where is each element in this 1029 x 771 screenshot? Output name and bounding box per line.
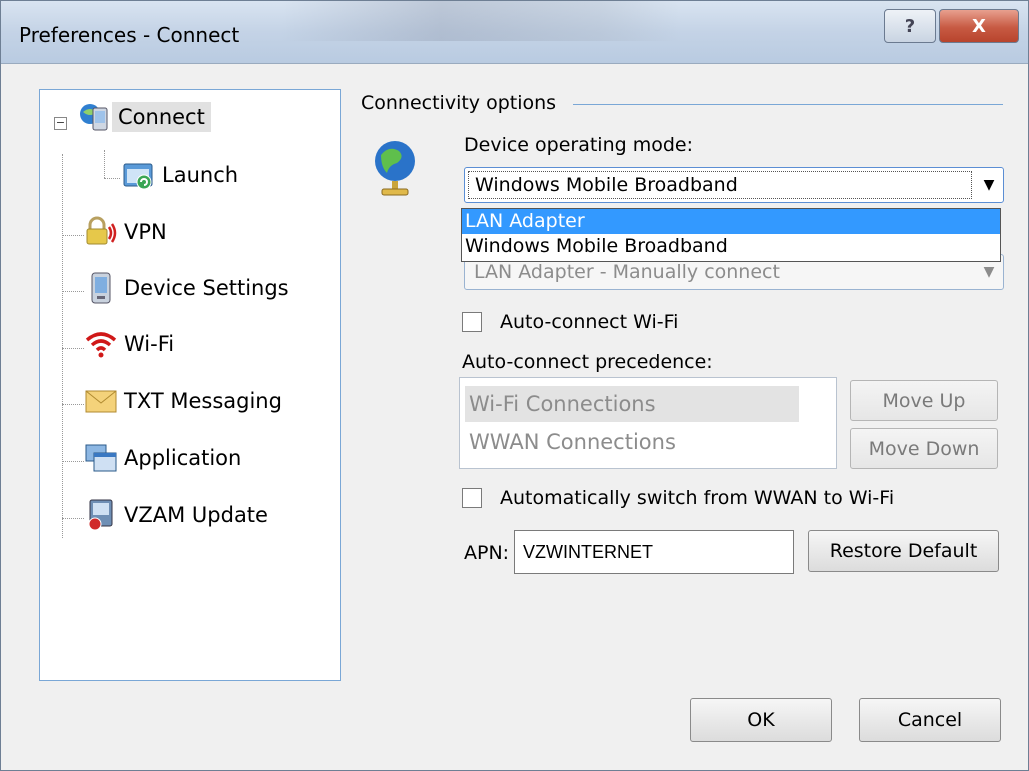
tree-item-label: Device Settings (124, 276, 289, 300)
tree-connector (62, 235, 84, 236)
tree-item-vpn[interactable]: VPN (84, 215, 173, 249)
operating-mode-select[interactable]: Windows Mobile Broadband ▼ (464, 167, 1004, 203)
tree-item-device-settings[interactable]: Device Settings (84, 271, 295, 305)
tree-item-label: Application (124, 446, 242, 470)
tree-item-connect[interactable]: Connect (78, 100, 211, 134)
auto-switch-label: Automatically switch from WWAN to Wi-Fi (500, 487, 895, 509)
launch-icon (122, 158, 156, 192)
title-bar-background (281, 1, 681, 41)
tree-connector (62, 348, 84, 349)
tree-item-label: VPN (124, 220, 167, 244)
tree-item-vzam-update[interactable]: VZAM Update (84, 498, 274, 532)
dropdown-option[interactable]: LAN Adapter (462, 209, 1000, 234)
tree-connector (62, 404, 84, 405)
tree-connector (62, 518, 84, 519)
auto-switch-checkbox[interactable] (462, 488, 482, 508)
list-item: WWAN Connections (469, 430, 676, 454)
device-icon (84, 271, 118, 305)
tree-item-txt-messaging[interactable]: TXT Messaging (84, 384, 288, 418)
operating-mode-label: Device operating mode: (464, 134, 694, 156)
tree-item-label: Launch (162, 163, 239, 187)
collapse-toggle[interactable]: − (54, 117, 67, 130)
tree-connector (104, 178, 120, 179)
apn-label: APN: (464, 542, 510, 564)
update-icon (84, 498, 118, 532)
help-button[interactable]: ? (884, 9, 936, 43)
tree-connector (62, 461, 84, 462)
preferences-window: Preferences - Connect ? X − Connect Laun… (0, 0, 1029, 771)
precedence-list: Wi-Fi Connections WWAN Connections (459, 377, 837, 469)
tree-connector (62, 291, 84, 292)
tree-connector (104, 150, 105, 178)
dropdown-arrow-icon: ▼ (983, 264, 995, 280)
connectivity-group-title: Connectivity options (361, 92, 557, 114)
close-button[interactable]: X (939, 9, 1019, 43)
precedence-label: Auto-connect precedence: (462, 351, 713, 373)
dropdown-option[interactable]: Windows Mobile Broadband (462, 234, 1000, 259)
window-title: Preferences - Connect (19, 23, 240, 47)
envelope-icon (84, 384, 118, 418)
move-up-button[interactable]: Move Up (850, 380, 998, 421)
auto-connect-wifi-checkbox[interactable] (462, 312, 482, 332)
tree-item-wifi[interactable]: Wi-Fi (84, 327, 180, 361)
dropdown-arrow-icon: ▼ (983, 177, 995, 193)
connect-icon (78, 100, 112, 134)
title-bar[interactable]: Preferences - Connect ? X (1, 1, 1028, 64)
application-icon (84, 441, 118, 475)
tree-item-label: Connect (112, 102, 211, 132)
wifi-icon (84, 327, 118, 361)
tree-item-application[interactable]: Application (84, 441, 247, 475)
tree-connector (62, 154, 63, 538)
cancel-button[interactable]: Cancel (859, 698, 1001, 742)
globe-icon (372, 139, 418, 201)
restore-default-button[interactable]: Restore Default (808, 530, 999, 572)
group-divider (573, 104, 1003, 105)
auto-connect-wifi-row[interactable]: Auto-connect Wi-Fi (462, 311, 678, 333)
auto-switch-row[interactable]: Automatically switch from WWAN to Wi-Fi (462, 487, 894, 509)
apn-input[interactable] (514, 530, 794, 574)
auto-connect-wifi-label: Auto-connect Wi-Fi (500, 311, 679, 333)
tree-item-label: TXT Messaging (124, 389, 282, 413)
ok-button[interactable]: OK (690, 698, 832, 742)
operating-mode-dropdown[interactable]: LAN Adapter Windows Mobile Broadband (461, 208, 1001, 262)
move-down-button[interactable]: Move Down (850, 428, 998, 469)
preferences-tree[interactable]: − Connect Launch VPN Device Settings Wi-… (39, 89, 341, 681)
vpn-icon (84, 215, 118, 249)
tree-item-label: Wi-Fi (124, 332, 175, 356)
tree-item-label: VZAM Update (124, 503, 268, 527)
list-item: Wi-Fi Connections (465, 386, 799, 422)
lan-mode-value: LAN Adapter - Manually connect (474, 261, 780, 283)
tree-item-launch[interactable]: Launch (122, 158, 244, 192)
operating-mode-value: Windows Mobile Broadband (468, 171, 972, 199)
dialog-body: − Connect Launch VPN Device Settings Wi-… (9, 64, 1020, 764)
